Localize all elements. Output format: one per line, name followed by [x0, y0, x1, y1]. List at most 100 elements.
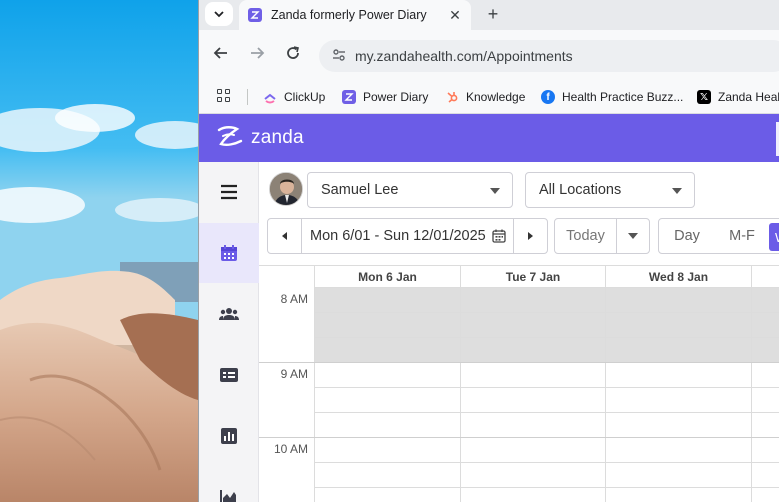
calendar-icon — [221, 245, 237, 261]
practitioner-select-value: Samuel Lee — [321, 182, 399, 198]
time-slot[interactable] — [460, 363, 605, 388]
time-slot[interactable] — [751, 488, 779, 502]
previous-week-button[interactable] — [268, 219, 302, 253]
view-mf-button[interactable]: M-F — [715, 219, 769, 253]
date-range-text[interactable]: Mon 6/01 - Sun 12/01/2025 — [310, 228, 486, 244]
site-info-icon[interactable] — [331, 48, 347, 64]
time-slot[interactable] — [460, 463, 605, 488]
location-select-value: All Locations — [539, 182, 622, 198]
time-label: 10 AM — [273, 442, 308, 456]
x-icon: 𝕏 — [697, 90, 711, 104]
practitioner-avatar — [269, 172, 303, 206]
avatar-photo-icon — [270, 173, 302, 205]
time-slot[interactable] — [605, 388, 751, 413]
time-slot[interactable] — [314, 388, 460, 413]
caret-down-icon — [490, 188, 500, 194]
time-slot[interactable] — [605, 313, 751, 338]
today-button[interactable]: Today — [555, 219, 617, 253]
sidebar-item-reports[interactable] — [199, 406, 259, 466]
back-button[interactable] — [210, 44, 232, 66]
zanda-logo[interactable]: zanda — [215, 124, 304, 152]
close-tab-icon[interactable]: ✕ — [447, 7, 463, 23]
day-header-mon[interactable]: Mon 6 Jan — [314, 266, 460, 288]
time-slot[interactable] — [314, 413, 460, 438]
apps-grid-icon[interactable] — [217, 89, 231, 103]
bookmark-clickup[interactable]: ClickUp — [263, 87, 325, 107]
users-icon — [219, 308, 239, 320]
sidebar-item-clients[interactable] — [199, 284, 259, 344]
reload-button[interactable] — [282, 44, 304, 66]
address-bar[interactable]: my.zandahealth.com/Appointments — [319, 40, 779, 72]
browser-toolbar: my.zandahealth.com/Appointments — [199, 30, 779, 80]
time-slot[interactable] — [605, 338, 751, 363]
day-header-wed[interactable]: Wed 8 Jan — [605, 266, 751, 288]
clickup-icon — [263, 90, 277, 104]
time-slot[interactable] — [314, 488, 460, 502]
sidebar-item-calendar[interactable] — [199, 223, 259, 283]
time-slot[interactable] — [751, 438, 779, 463]
bookmark-health-practice-buzz[interactable]: f Health Practice Buzz... — [541, 87, 683, 107]
bookmark-zanda-health[interactable]: 𝕏 Zanda Healt — [697, 87, 779, 107]
time-slot[interactable] — [751, 363, 779, 388]
sidebar-item-analytics[interactable] — [199, 467, 259, 502]
day-header-tue[interactable]: Tue 7 Jan — [460, 266, 605, 288]
view-switcher: Day M-F W — [658, 218, 779, 254]
sidebar-menu-toggle[interactable] — [199, 162, 259, 222]
time-slot[interactable] — [605, 488, 751, 502]
arrow-right-icon — [251, 47, 265, 59]
day-header-next[interactable] — [751, 266, 779, 288]
time-slot[interactable] — [460, 388, 605, 413]
time-slot[interactable] — [460, 438, 605, 463]
time-slot[interactable] — [751, 313, 779, 338]
time-slot[interactable] — [314, 363, 460, 388]
date-picker-icon[interactable] — [492, 229, 506, 243]
time-slot[interactable] — [460, 413, 605, 438]
calendar-grid: 8 AM 9 AM 10 AM Mon 6 Jan Tue 7 Jan Wed … — [259, 265, 779, 502]
time-slot[interactable] — [605, 413, 751, 438]
time-slot[interactable] — [751, 463, 779, 488]
reload-icon — [287, 46, 299, 59]
time-slot[interactable] — [605, 288, 751, 313]
calendar-controls: Samuel Lee All Locations Mon 6/01 - Sun … — [259, 162, 779, 265]
time-slot[interactable] — [460, 338, 605, 363]
view-week-button[interactable]: W — [769, 223, 779, 251]
practitioner-select[interactable]: Samuel Lee — [307, 172, 513, 208]
time-slot[interactable] — [605, 438, 751, 463]
time-column: 8 AM 9 AM 10 AM — [259, 266, 314, 502]
time-slot[interactable] — [605, 363, 751, 388]
time-slot[interactable] — [314, 313, 460, 338]
bookmark-knowledge[interactable]: Knowledge — [445, 87, 525, 107]
view-day-button[interactable]: Day — [659, 219, 715, 253]
time-slot[interactable] — [460, 488, 605, 502]
date-navigator: Mon 6/01 - Sun 12/01/2025 — [267, 218, 548, 254]
time-slot[interactable] — [751, 288, 779, 313]
time-slot[interactable] — [460, 288, 605, 313]
time-slot[interactable] — [751, 388, 779, 413]
tab-search-button[interactable] — [205, 2, 233, 26]
today-dropdown-button[interactable] — [617, 219, 649, 253]
time-slot[interactable] — [314, 338, 460, 363]
time-slot[interactable] — [751, 338, 779, 363]
time-slot[interactable] — [460, 313, 605, 338]
time-slot[interactable] — [314, 288, 460, 313]
chevron-down-icon — [214, 10, 224, 17]
location-select[interactable]: All Locations — [525, 172, 695, 208]
tab-zanda[interactable]: Zanda formerly Power Diary ✕ — [239, 0, 471, 30]
time-slot[interactable] — [314, 463, 460, 488]
zanda-favicon-icon — [248, 8, 262, 22]
hour-divider — [259, 437, 779, 438]
tab-strip: Zanda formerly Power Diary ✕ + — [199, 0, 779, 30]
bookmark-power-diary[interactable]: Power Diary — [342, 87, 428, 107]
sidebar-item-invoices[interactable] — [199, 345, 259, 405]
new-tab-button[interactable]: + — [481, 3, 505, 27]
caret-left-icon — [282, 232, 287, 240]
hubspot-icon — [445, 90, 459, 104]
forward-button[interactable] — [246, 44, 268, 66]
time-slot[interactable] — [751, 413, 779, 438]
next-week-button[interactable] — [513, 219, 547, 253]
app-header: zanda — [199, 114, 779, 162]
time-slot[interactable] — [314, 438, 460, 463]
time-label: 8 AM — [280, 292, 308, 306]
caret-right-icon — [528, 232, 533, 240]
time-slot[interactable] — [605, 463, 751, 488]
